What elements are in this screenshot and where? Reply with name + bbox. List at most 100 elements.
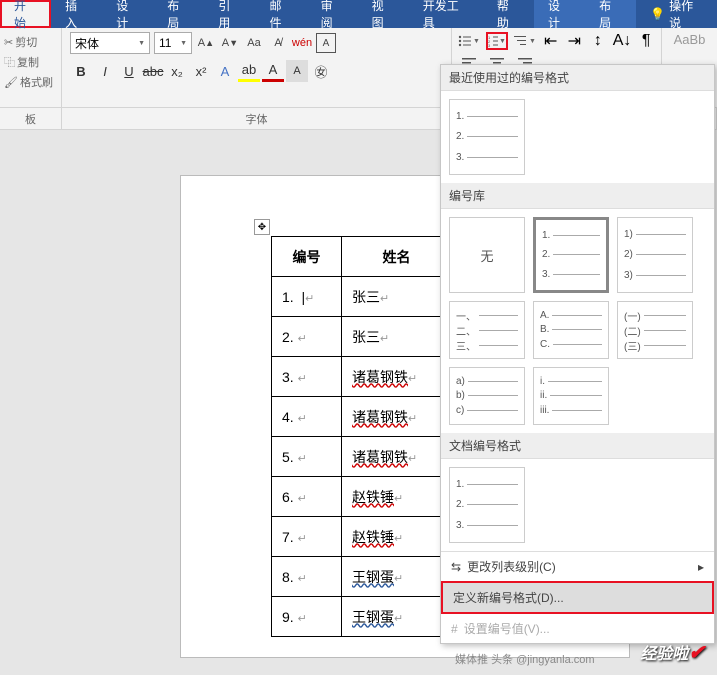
ribbon-tabs: 开始 插入 设计 布局 引用 邮件 审阅 视图 开发工具 帮助 设计 布局 💡操…	[0, 0, 717, 28]
watermark: 经验啦✔	[640, 640, 705, 665]
clear-format-button[interactable]: A̸	[268, 33, 288, 53]
table-cell[interactable]: 4. ↵	[272, 397, 342, 437]
table-cell[interactable]: 8. ↵	[272, 557, 342, 597]
tab-review[interactable]: 审阅	[307, 0, 358, 28]
numbering-option-recent[interactable]: 1. 2. 3.	[449, 99, 525, 175]
table-header-name[interactable]: 姓名	[342, 237, 452, 277]
numbering-option[interactable]: 1. 2. 3.	[533, 217, 609, 293]
word-table[interactable]: 编号 姓名 1. |↵张三↵ 2. ↵张三↵ 3. ↵诸葛钢铁↵ 4. ↵诸葛钢…	[271, 236, 452, 637]
set-value-label: 设置编号值(V)...	[464, 620, 550, 637]
define-new-label: 定义新编号格式(D)...	[453, 589, 564, 606]
table-cell[interactable]: 王钢蛋↵	[342, 557, 452, 597]
tab-view[interactable]: 视图	[358, 0, 409, 28]
bullets-button[interactable]: ▼	[458, 32, 480, 50]
tab-help[interactable]: 帮助	[483, 0, 534, 28]
subscript-button[interactable]: x₂	[166, 60, 188, 82]
superscript-button[interactable]: x²	[190, 60, 212, 82]
cut-button[interactable]: ✂剪切	[2, 32, 59, 52]
table-cell[interactable]: 7. ↵	[272, 517, 342, 557]
font-size-value: 11	[159, 36, 171, 50]
tab-home[interactable]: 开始	[0, 0, 51, 28]
numbering-option[interactable]: A. B. C.	[533, 301, 609, 359]
table-cell[interactable]: 3. ↵	[272, 357, 342, 397]
numbering-option[interactable]: i. ii. iii.	[533, 367, 609, 425]
table-header-num[interactable]: 编号	[272, 237, 342, 277]
table-cell[interactable]: 6. ↵	[272, 477, 342, 517]
table-cell[interactable]: 2. ↵	[272, 317, 342, 357]
table-cell[interactable]: 赵铁锤↵	[342, 477, 452, 517]
italic-button[interactable]: I	[94, 60, 116, 82]
decrease-indent-button[interactable]: ⇤	[542, 32, 560, 50]
char-shading-button[interactable]: A	[286, 60, 308, 82]
doc-formats-title: 文档编号格式	[441, 433, 714, 459]
recent-section-title: 最近使用过的编号格式	[441, 65, 714, 91]
table-cell[interactable]: 5. ↵	[272, 437, 342, 477]
chevron-down-icon: ▼	[529, 38, 536, 45]
copy-label: 复制	[17, 54, 39, 70]
chevron-down-icon: ▼	[138, 40, 145, 47]
bold-button[interactable]: B	[70, 60, 92, 82]
table-move-handle[interactable]: ✥	[254, 219, 270, 235]
increase-indent-button[interactable]: ⇥	[565, 32, 583, 50]
change-case-button[interactable]: Aa	[244, 33, 264, 53]
tab-references[interactable]: 引用	[204, 0, 255, 28]
table-cell[interactable]: 张三↵	[342, 317, 452, 357]
underline-button[interactable]: U	[118, 60, 140, 82]
grow-font-button[interactable]: A▲	[196, 33, 216, 53]
copy-button[interactable]: ⿻复制	[2, 52, 59, 72]
numbering-button[interactable]: 123▼	[486, 32, 508, 50]
svg-text:3: 3	[488, 43, 491, 47]
table-cell[interactable]: 赵铁锤↵	[342, 517, 452, 557]
format-painter-button[interactable]: 🖌格式刷	[2, 72, 59, 92]
tab-design[interactable]: 设计	[102, 0, 153, 28]
copy-icon: ⿻	[4, 54, 15, 70]
chevron-right-icon: ▸	[698, 560, 704, 574]
tab-table-design[interactable]: 设计	[534, 0, 585, 28]
table-cell[interactable]: 诸葛钢铁↵	[342, 437, 452, 477]
tab-layout[interactable]: 布局	[153, 0, 204, 28]
table-cell[interactable]: 诸葛钢铁↵	[342, 397, 452, 437]
font-group-label: 字体↘	[62, 108, 452, 129]
tell-me[interactable]: 💡操作说	[636, 0, 717, 28]
font-size-select[interactable]: 11 ▼	[154, 32, 192, 54]
chevron-down-icon: ▼	[180, 40, 187, 47]
cut-label: 剪切	[15, 34, 37, 50]
numbering-option[interactable]: (一) (二) (三)	[617, 301, 693, 359]
tab-table-layout[interactable]: 布局	[585, 0, 636, 28]
numbering-option-none[interactable]: 无	[449, 217, 525, 293]
font-family-value: 宋体	[75, 35, 99, 52]
table-cell[interactable]: 王钢蛋↵	[342, 597, 452, 637]
define-new-format-item[interactable]: 定义新编号格式(D)...	[441, 581, 714, 614]
highlight-button[interactable]: ab	[238, 60, 260, 82]
change-list-level-item[interactable]: ⇆更改列表级别(C)▸	[441, 552, 714, 581]
table-cell[interactable]: 诸葛钢铁↵	[342, 357, 452, 397]
tab-developer[interactable]: 开发工具	[409, 0, 483, 28]
tab-mailings[interactable]: 邮件	[255, 0, 306, 28]
font-family-select[interactable]: 宋体 ▼	[70, 32, 150, 54]
format-painter-label: 格式刷	[20, 74, 53, 90]
footer-media: 媒体推 头条 @jingyanla.com	[455, 651, 595, 667]
tab-insert[interactable]: 插入	[51, 0, 102, 28]
table-cell[interactable]: 张三↵	[342, 277, 452, 317]
table-cell[interactable]: 9. ↵	[272, 597, 342, 637]
enclose-char-button[interactable]: ㊛	[310, 60, 332, 82]
numbering-option[interactable]: 一、 二、 三、	[449, 301, 525, 359]
set-numbering-value-item[interactable]: #设置编号值(V)...	[441, 614, 714, 643]
group-clipboard: ✂剪切 ⿻复制 🖌格式刷	[0, 28, 62, 107]
sort-button[interactable]: A↓	[613, 32, 632, 50]
numbering-option[interactable]: a) b) c)	[449, 367, 525, 425]
indent-icon: ⇆	[451, 560, 461, 574]
char-border-button[interactable]: A	[316, 33, 336, 53]
show-marks-button[interactable]: ¶	[637, 32, 655, 50]
multilevel-list-button[interactable]: ▼	[514, 32, 536, 50]
phonetic-button[interactable]: wén	[292, 33, 312, 53]
text-effects-button[interactable]: A	[214, 60, 236, 82]
tell-me-label: 操作说	[669, 0, 703, 31]
shrink-font-button[interactable]: A▼	[220, 33, 240, 53]
strikethrough-button[interactable]: abc	[142, 60, 164, 82]
table-cell[interactable]: 1. |↵	[272, 277, 342, 317]
numbering-option[interactable]: 1) 2) 3)	[617, 217, 693, 293]
numbering-option-doc[interactable]: 1. 2. 3.	[449, 467, 525, 543]
asian-layout-button[interactable]: ↕	[589, 32, 607, 50]
font-color-button[interactable]: A	[262, 60, 284, 82]
